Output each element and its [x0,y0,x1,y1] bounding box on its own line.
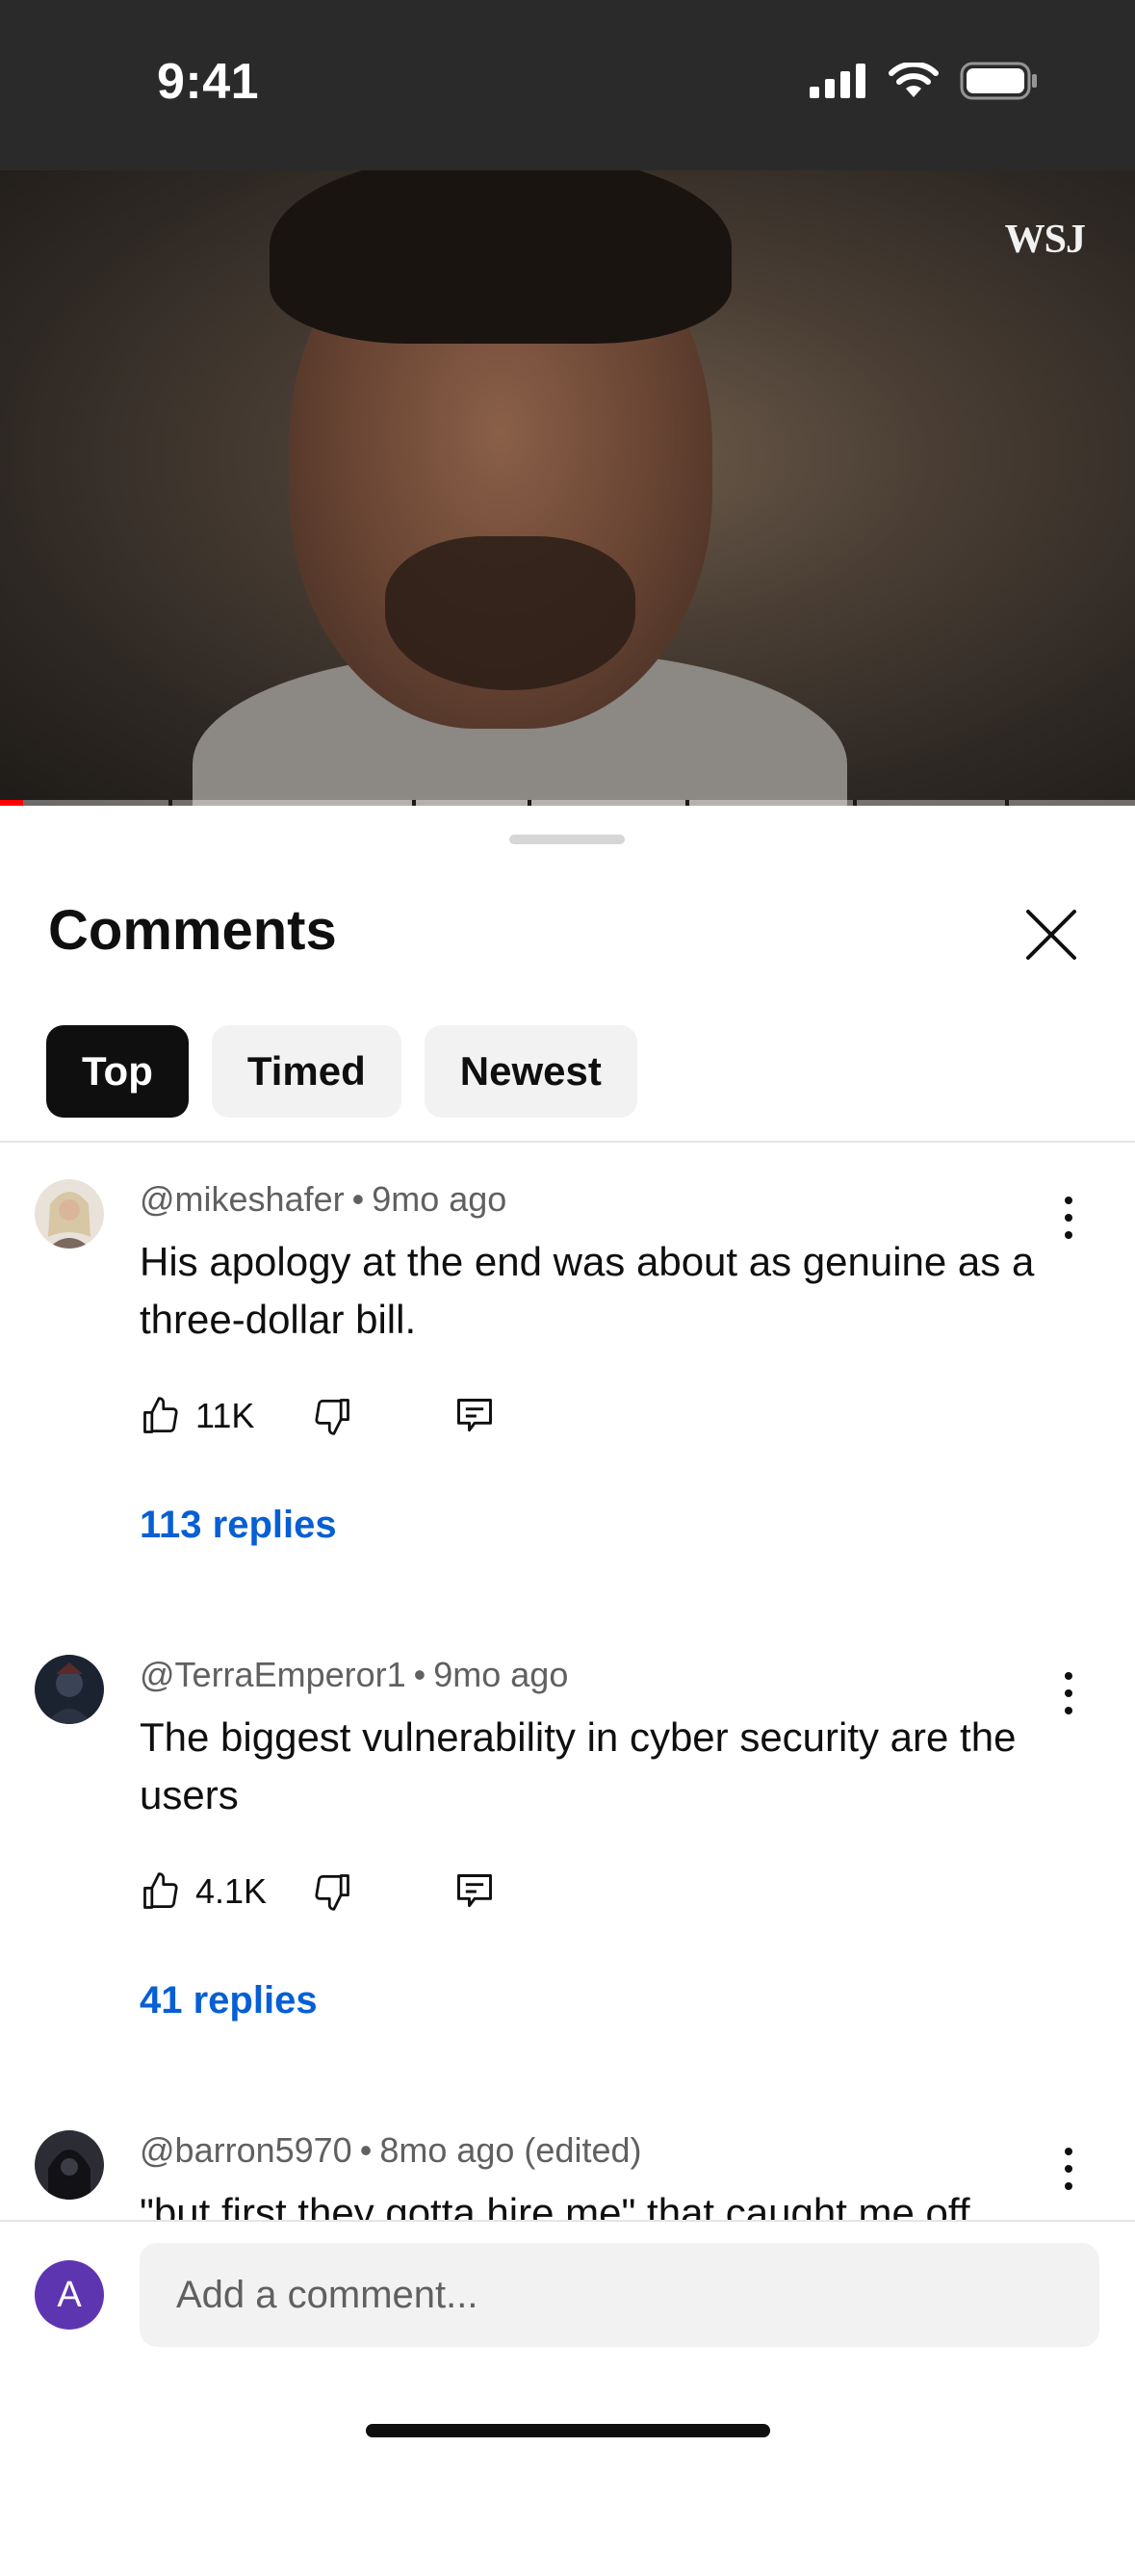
video-player[interactable]: WSJ [0,170,1135,806]
channel-watermark: WSJ [1004,218,1086,262]
comment-composer: A [0,2220,1135,2576]
close-button[interactable] [1020,904,1082,966]
status-icons [810,62,1039,100]
comment-author[interactable]: @TerraEmperor1 [140,1655,406,1694]
chapter-marker [528,800,531,806]
close-icon [1026,910,1076,960]
more-vertical-icon [1065,2148,1072,2155]
like-count: 4.1K [195,1871,268,1911]
avatar[interactable] [35,1655,104,1724]
like-count: 11K [195,1396,255,1435]
chip-top[interactable]: Top [46,1025,189,1118]
more-vertical-icon [1065,1672,1072,1680]
like-button[interactable] [140,1870,182,1913]
comment-meta: @TerraEmperor1 • 9mo ago [140,1655,569,1694]
comment-author[interactable]: @mikeshafer [140,1179,345,1219]
chip-timed[interactable]: Timed [211,1025,401,1118]
comment-more-button[interactable] [1049,2142,1088,2196]
battery-icon [960,62,1037,100]
comment-timestamp: 8mo ago (edited) [379,2130,642,2170]
chip-newest[interactable]: Newest [424,1025,637,1118]
video-frame-hair [270,170,732,344]
thumbs-down-icon [315,1874,349,1911]
comment-text: His apology at the end was about as genu… [140,1239,1035,1342]
comments-list[interactable]: @mikeshafer • 9mo ago His apology at the e… [0,1143,1135,2221]
chapter-marker [685,800,689,806]
chapter-marker [853,800,857,806]
avatar[interactable] [35,2130,104,2200]
thumbs-up-icon [143,1872,178,1909]
reply-button[interactable] [453,1870,496,1913]
chapter-marker [1005,800,1009,806]
dislike-button[interactable] [311,1395,353,1437]
avatar-image [35,1179,104,1249]
status-bar: 9:41 [0,0,1135,170]
status-time: 9:41 [157,54,260,110]
like-button[interactable] [140,1395,182,1437]
comment-meta: @barron5970 • 8mo ago (edited) [140,2130,642,2170]
sheet-title: Comments [48,899,337,962]
cellular-signal-icon [810,64,865,98]
more-vertical-icon [1065,1197,1072,1204]
thumbs-down-icon [315,1399,349,1435]
avatar-image [35,1655,104,1724]
view-replies-link[interactable]: 113 replies [140,1504,337,1547]
comment-more-button[interactable] [1049,1191,1088,1245]
wifi-icon [889,63,939,97]
home-indicator[interactable] [366,2424,770,2437]
comment-timestamp: 9mo ago [372,1179,507,1219]
composer-divider [0,2220,1135,2222]
reply-button[interactable] [453,1395,496,1437]
avatar-image [35,2130,104,2200]
view-replies-link[interactable]: 41 replies [140,1979,318,2022]
comment-author[interactable]: @barron5970 [140,2130,352,2170]
reply-comment-icon [457,1874,492,1908]
video-frame-beard [385,536,635,690]
sort-filter-chips: Top Timed Newest [46,1025,637,1118]
comment-text: The biggest vulnerability in cyber secur… [140,1714,1017,1817]
comment-more-button[interactable] [1049,1666,1088,1720]
video-progress-fill [0,800,23,806]
sheet-drag-handle[interactable] [509,835,625,844]
chapter-marker [168,800,172,806]
comment-meta: @mikeshafer • 9mo ago [140,1179,507,1219]
avatar[interactable] [35,1179,104,1249]
comment-timestamp: 9mo ago [433,1655,569,1694]
dislike-button[interactable] [311,1870,353,1913]
video-progress-bar[interactable] [0,800,1135,806]
comment-actions: 4.1K [140,1863,496,1920]
current-user-avatar[interactable]: A [35,2260,104,2330]
reply-comment-icon [457,1399,492,1432]
add-comment-input[interactable] [140,2243,1099,2347]
comment-actions: 11K [140,1387,496,1445]
chapter-marker [412,800,416,806]
thumbs-up-icon [143,1397,178,1433]
comment-text: "but first they gotta hire me" that caug… [140,2190,970,2221]
